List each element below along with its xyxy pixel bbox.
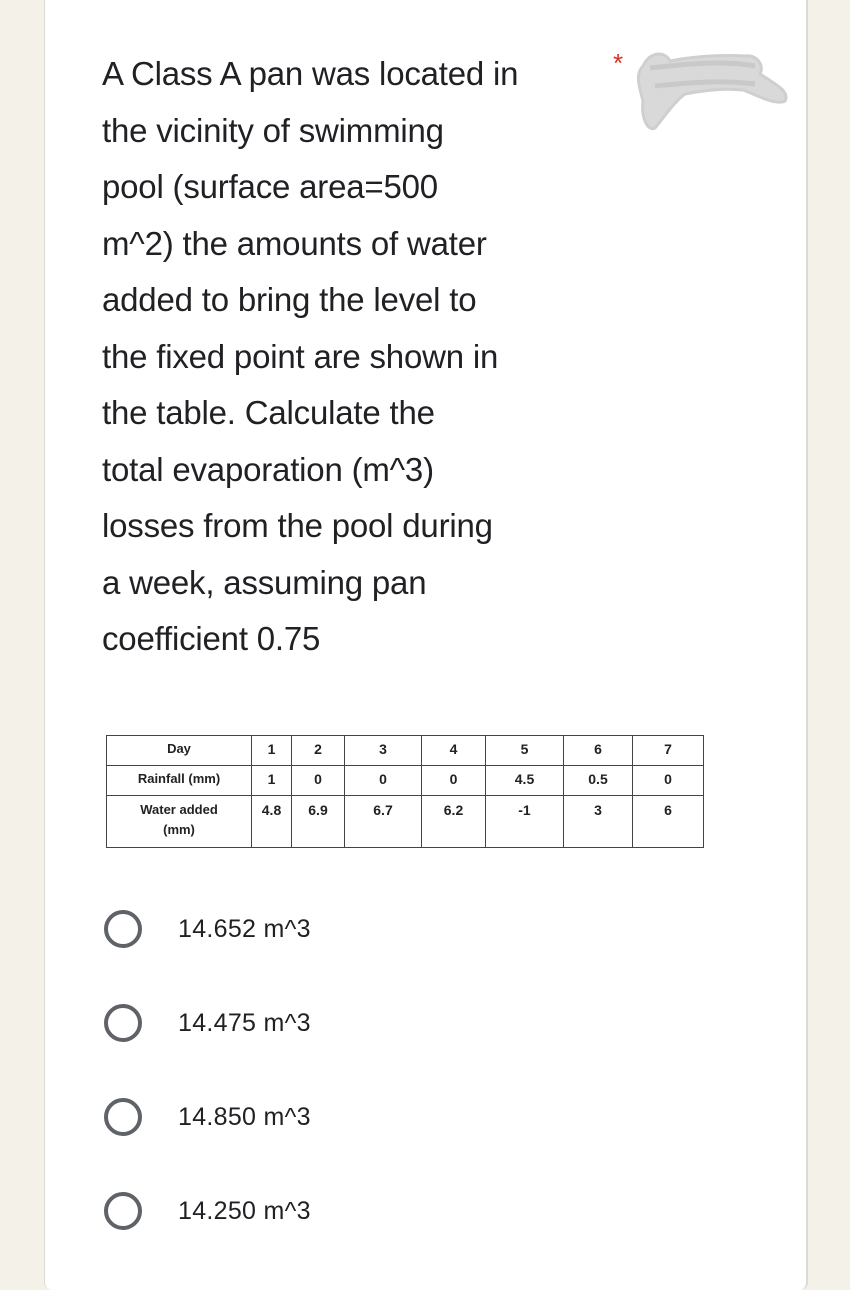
question-line: a week, assuming pan [102, 563, 427, 601]
row-header: Rainfall (mm) [106, 765, 252, 796]
table-cell: 1 [251, 735, 292, 766]
table-cell: 0 [632, 765, 704, 796]
question-line: the vicinity of swimming [102, 111, 444, 149]
table-cell: 6.9 [291, 795, 345, 848]
row-header-line: (mm) [163, 822, 195, 837]
radio-button[interactable] [104, 910, 142, 948]
table-cell: 3 [563, 795, 633, 848]
table-cell: 2 [291, 735, 345, 766]
table-cell: 5 [485, 735, 564, 766]
question-line: coefficient 0.75 [102, 620, 321, 657]
table-row-day: Day 1 2 3 4 5 6 7 [106, 735, 704, 766]
question-line: m^2) the amounts of water [102, 224, 487, 262]
question-line: losses from the pool during [102, 507, 493, 544]
table-cell: 4.8 [251, 795, 292, 848]
question-line: total evaporation (m^3) [102, 450, 434, 488]
answer-option[interactable]: 14.652 m^3 [100, 882, 311, 976]
answer-option[interactable]: 14.475 m^3 [100, 976, 311, 1070]
row-header: Day [106, 735, 252, 766]
table-cell: 6.2 [421, 795, 486, 848]
question-text: A Class A pan was located in the vicinit… [102, 46, 622, 668]
table-cell: 6 [563, 735, 633, 766]
table-cell: -1 [485, 795, 564, 848]
table-cell: 6 [632, 795, 704, 848]
table-cell: 0 [291, 765, 345, 796]
row-header-line: Water added [140, 802, 218, 817]
row-header: Water added (mm) [106, 795, 252, 848]
table-cell: 4 [421, 735, 486, 766]
required-asterisk: * [613, 48, 624, 78]
table-cell: 4.5 [485, 765, 564, 796]
question-line: A Class A pan was located in [102, 55, 519, 92]
table-cell: 0 [344, 765, 422, 796]
table-row-rainfall: Rainfall (mm) 1 0 0 0 4.5 0.5 0 [106, 765, 704, 796]
table-row-water-added: Water added (mm) 4.8 6.9 6.7 6.2 -1 3 6 [106, 795, 704, 848]
table-cell: 0.5 [563, 765, 633, 796]
option-label: 14.475 m^3 [178, 1008, 311, 1037]
answer-options: 14.652 m^3 14.475 m^3 14.850 m^3 14.250 … [100, 882, 311, 1258]
question-line: added to bring the level to [102, 281, 477, 318]
data-table: Day 1 2 3 4 5 6 7 Rainfall (mm) 1 0 0 0 … [106, 735, 704, 848]
option-label: 14.250 m^3 [178, 1196, 311, 1225]
question-line: the table. Calculate the [102, 394, 435, 431]
radio-button[interactable] [104, 1192, 142, 1230]
table-cell: 0 [421, 765, 486, 796]
table-cell: 6.7 [344, 795, 422, 848]
question-line: pool (surface area=500 [102, 168, 438, 205]
answer-option[interactable]: 14.850 m^3 [100, 1070, 311, 1164]
answer-option[interactable]: 14.250 m^3 [100, 1164, 311, 1258]
question-line: the fixed point are shown in [102, 337, 499, 375]
redaction-scribble [636, 52, 788, 131]
radio-button[interactable] [104, 1098, 142, 1136]
option-label: 14.652 m^3 [178, 914, 311, 943]
table-cell: 7 [632, 735, 704, 766]
option-label: 14.850 m^3 [178, 1102, 311, 1131]
radio-button[interactable] [104, 1004, 142, 1042]
table-cell: 3 [344, 735, 422, 766]
table-cell: 1 [251, 765, 292, 796]
